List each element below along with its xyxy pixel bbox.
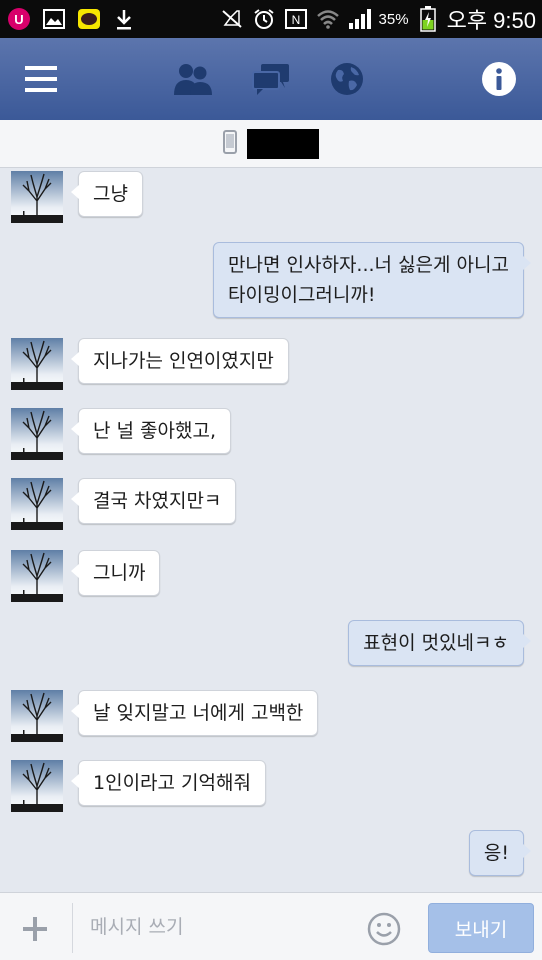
- outgoing-message-bubble[interactable]: 만나면 인사하자...너 싫은게 아니고 타이밍이그러니까!: [213, 242, 531, 318]
- message-composer: 보내기: [0, 892, 542, 960]
- gallery-icon: [41, 6, 67, 32]
- avatar[interactable]: [11, 760, 63, 812]
- message-input[interactable]: [78, 907, 350, 947]
- notification-icons: U: [6, 6, 137, 32]
- incoming-message-bubble[interactable]: 날 잊지말고 너에게 고백한: [70, 690, 319, 736]
- system-indicators: N 35% 오후 9:50: [219, 3, 536, 35]
- incoming-message-bubble[interactable]: 그니까: [70, 550, 161, 596]
- incoming-message-bubble[interactable]: 난 널 좋아했고,: [71, 408, 231, 454]
- signal-icon: [347, 6, 373, 32]
- avatar[interactable]: [11, 338, 63, 390]
- avatar[interactable]: [11, 478, 63, 530]
- hamburger-menu-icon[interactable]: [20, 58, 62, 100]
- smiley-icon[interactable]: [366, 911, 402, 947]
- friends-icon[interactable]: [172, 58, 214, 100]
- outgoing-message-bubble[interactable]: 응!: [468, 830, 532, 876]
- alarm-icon: [251, 6, 277, 32]
- incoming-message-bubble[interactable]: 그냥: [71, 171, 143, 217]
- avatar[interactable]: [11, 550, 63, 602]
- status-bar: U N 35% 오후 9:50: [0, 0, 542, 38]
- incoming-message-bubble[interactable]: 지나가는 인연이였지만: [71, 338, 289, 384]
- send-button[interactable]: 보내기: [428, 903, 534, 953]
- download-icon: [111, 6, 137, 32]
- composer-divider: [72, 903, 73, 953]
- contact-header: [0, 120, 542, 168]
- info-icon[interactable]: [478, 58, 520, 100]
- no-sim-icon: [219, 6, 245, 32]
- lg-u-plus-icon: U: [6, 6, 32, 32]
- nfc-icon: N: [283, 6, 309, 32]
- chat-thread: 그냥만나면 인사하자...너 싫은게 아니고 타이밍이그러니까! 지나가는 인연이였…: [0, 168, 542, 892]
- avatar[interactable]: [11, 171, 63, 223]
- outgoing-message-bubble[interactable]: 표현이 멋있네ㅋㅎ: [348, 620, 531, 666]
- kakaotalk-icon: [76, 6, 102, 32]
- clock: 오후 9:50: [446, 8, 536, 33]
- battery-percent: 35%: [378, 10, 409, 28]
- wifi-icon: [315, 6, 341, 32]
- avatar[interactable]: [11, 690, 63, 742]
- avatar[interactable]: [11, 408, 63, 460]
- chat-bubbles-icon[interactable]: [250, 58, 292, 100]
- globe-icon[interactable]: [326, 58, 368, 100]
- mobile-phone-icon: [223, 129, 237, 158]
- svg-text:U: U: [14, 12, 23, 27]
- battery-charging-icon: [415, 6, 441, 32]
- svg-text:N: N: [291, 13, 300, 27]
- contact-name-redacted: [247, 128, 319, 159]
- top-navigation-bar: [0, 38, 542, 120]
- incoming-message-bubble[interactable]: 1인이라고 기억해줘: [71, 760, 266, 806]
- incoming-message-bubble[interactable]: 결국 차였지만ㅋ: [70, 478, 237, 524]
- plus-icon[interactable]: [14, 911, 56, 947]
